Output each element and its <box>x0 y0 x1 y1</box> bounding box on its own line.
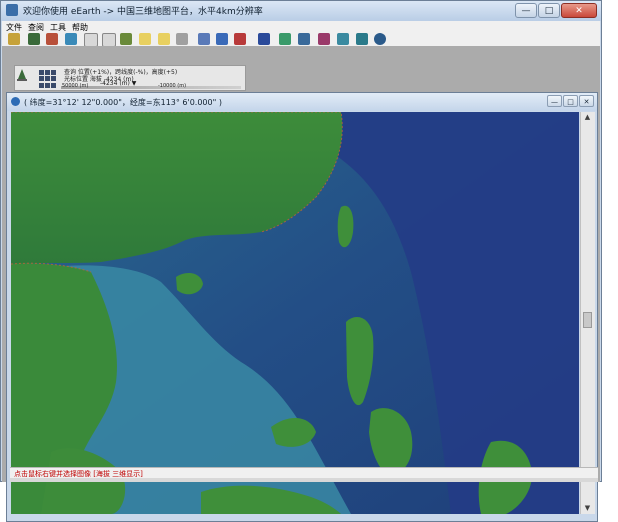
globe-icon <box>11 97 20 106</box>
coordinate-readout: ( 纬度=31°12' 12"0.000"，经度=东113° 6'0.000" … <box>24 98 222 107</box>
maximize-button[interactable]: □ <box>538 3 560 18</box>
menu-help[interactable]: 帮助 <box>72 22 88 33</box>
document-icon[interactable] <box>139 33 151 45</box>
axis-tool-icon[interactable] <box>234 33 246 45</box>
binoculars-icon[interactable] <box>28 33 40 45</box>
window-title: 欢迎你使用 eEarth -> 中国三维地图平台，水平4km分辨率 <box>23 7 263 17</box>
globe-icon[interactable] <box>8 33 20 45</box>
terrain-map-image <box>11 112 579 514</box>
map-window-title-bar: ( 纬度=31°12' 12"0.000"，经度=东113° 6'0.000" … <box>7 93 597 111</box>
window-bottom-edge <box>10 478 598 482</box>
print-icon[interactable] <box>176 33 188 45</box>
cylinder-icon[interactable] <box>356 33 368 45</box>
title-bar: 欢迎你使用 eEarth -> 中国三维地图平台，水平4km分辨率 — □ ✕ <box>1 1 601 21</box>
scale-left-label: 50000 (m) <box>62 83 89 89</box>
app-icon <box>6 4 18 16</box>
close-button[interactable]: ✕ <box>561 3 597 18</box>
mdi-area: ( 纬度=31°12' 12"0.000"，经度=东113° 6'0.000" … <box>2 46 600 522</box>
location-icon[interactable] <box>120 33 132 45</box>
scroll-down-icon[interactable]: ▼ <box>583 504 592 513</box>
shape-icon[interactable] <box>318 33 330 45</box>
main-window: 欢迎你使用 eEarth -> 中国三维地图平台，水平4km分辨率 — □ ✕ … <box>0 0 602 522</box>
view3d-icon[interactable] <box>337 33 349 45</box>
menu-tools[interactable]: 工具 <box>50 22 66 33</box>
copy-icon[interactable] <box>158 33 170 45</box>
scroll-up-icon[interactable]: ▲ <box>583 113 592 122</box>
zoom-out-icon[interactable] <box>102 33 116 47</box>
terrain-icon[interactable] <box>258 33 270 45</box>
zoom-in-icon[interactable] <box>84 33 98 47</box>
profile-icon[interactable] <box>198 33 210 45</box>
sphere-icon[interactable] <box>374 33 386 45</box>
measure-icon[interactable] <box>65 33 77 45</box>
toolbar <box>2 33 600 47</box>
map-maximize-button[interactable]: □ <box>563 95 578 107</box>
map-window: ( 纬度=31°12' 12"0.000"，经度=东113° 6'0.000" … <box>6 92 598 522</box>
menu-file[interactable]: 文件 <box>6 22 22 33</box>
grid-icon[interactable] <box>39 70 57 88</box>
scale-right-label: -10000 (m) <box>158 83 187 89</box>
map-minimize-button[interactable]: — <box>547 95 562 107</box>
info-panel: 查询 位置(+1%)，跨线度(-%)，高度(+5) 光标位置 海拔 -4234 … <box>14 65 246 91</box>
height-marker-icon <box>17 69 27 81</box>
flow-icon[interactable] <box>298 33 310 45</box>
vertical-scrollbar[interactable]: ▲ ▼ <box>580 112 595 514</box>
scroll-thumb[interactable] <box>583 312 592 328</box>
layer-icon[interactable] <box>279 33 291 45</box>
menu-view[interactable]: 查阅 <box>28 22 44 33</box>
minimize-button[interactable]: — <box>515 3 537 18</box>
house-icon[interactable] <box>46 33 58 45</box>
diagonal-tool-icon[interactable] <box>216 33 228 45</box>
terrain-map[interactable] <box>11 112 579 514</box>
menu-bar: 文件 查阅 工具 帮助 <box>2 21 600 33</box>
map-close-button[interactable]: ✕ <box>579 95 594 107</box>
